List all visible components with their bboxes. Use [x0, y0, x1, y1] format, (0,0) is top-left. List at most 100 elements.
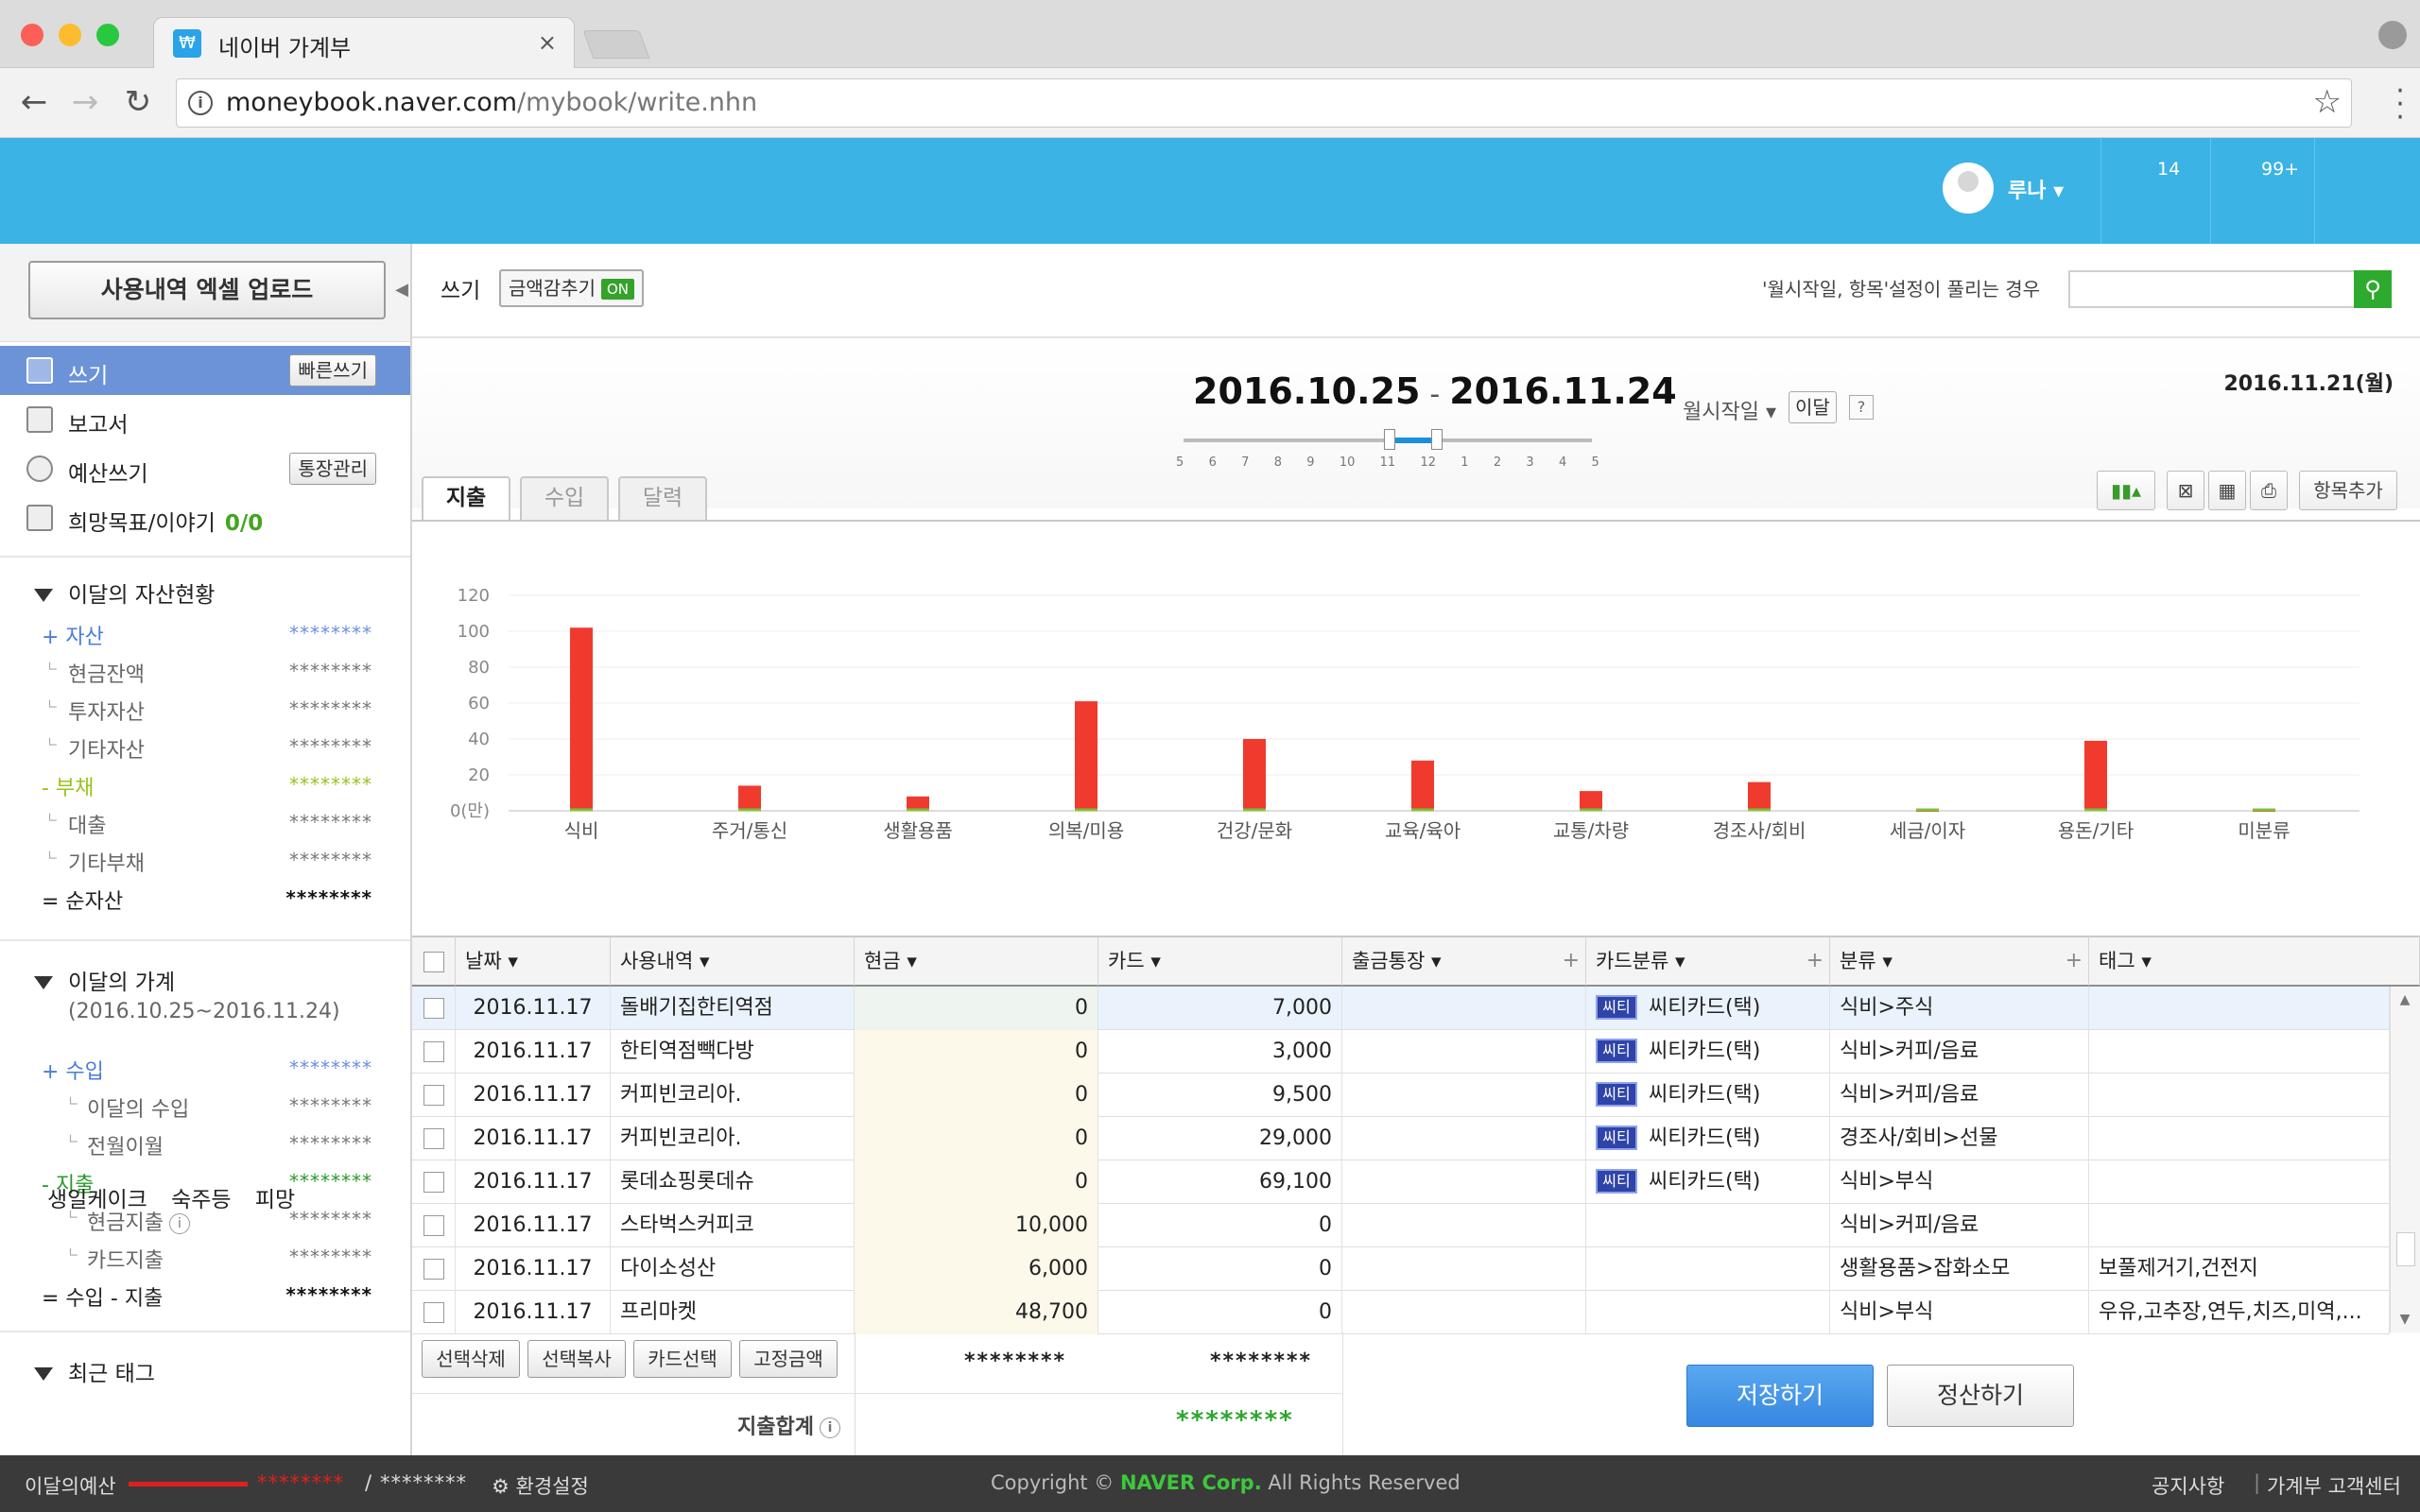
add-item-button[interactable]: 항목추가 [2299, 471, 2397, 510]
scroll-thumb[interactable] [2396, 1232, 2415, 1266]
slider-end-handle[interactable] [1431, 429, 1443, 450]
card-type-cell[interactable] [1586, 1204, 1830, 1247]
row-checkbox[interactable] [412, 1291, 456, 1334]
bar[interactable] [1748, 782, 1771, 811]
account-cell[interactable] [1342, 1160, 1586, 1204]
back-arrow-icon[interactable]: ← [15, 83, 53, 121]
description-cell[interactable]: 한티역점빽다방 [611, 1030, 855, 1074]
mail-count[interactable]: 99+ [2261, 159, 2299, 180]
description-cell[interactable]: 다이소성산 [611, 1247, 855, 1291]
category-cell[interactable]: 식비>부식 [1830, 1291, 2089, 1334]
table-row[interactable]: 2016.11.17 커피빈코리아. 0 9,500 씨티 씨티카드(택) 식비>커피/음료 [412, 1074, 2390, 1117]
row-checkbox[interactable] [412, 1204, 456, 1247]
account-manage-button[interactable]: 통장관리 [289, 453, 376, 485]
date-cell[interactable]: 2016.11.17 [456, 1160, 611, 1204]
delete-selected-button[interactable]: 선택삭제 [422, 1340, 520, 1378]
date-cell[interactable]: 2016.11.17 [456, 1117, 611, 1160]
sidebar-item-report[interactable]: 보고서 [0, 395, 410, 444]
tag-cell[interactable] [2089, 1160, 2390, 1204]
sidebar-item-goal[interactable]: 희망목표/이야기 0/0 [0, 493, 410, 542]
scroll-up-icon[interactable]: ▲ [2391, 992, 2419, 1007]
col-category[interactable]: 분류 ▾ + [1830, 936, 2089, 987]
minimize-window-button[interactable] [59, 24, 81, 46]
notification-count[interactable]: 14 [2157, 159, 2180, 180]
category-cell[interactable]: 식비>커피/음료 [1830, 1204, 2089, 1247]
card-cell[interactable]: 69,100 [1098, 1160, 1342, 1204]
card-type-cell[interactable]: 씨티 씨티카드(택) [1586, 1160, 1830, 1204]
card-type-cell[interactable]: 씨티 씨티카드(택) [1586, 987, 1830, 1030]
account-cell[interactable] [1342, 1030, 1586, 1074]
help-icon[interactable]: ? [1849, 395, 1874, 420]
url-text[interactable]: moneybook.naver.com/mybook/write.nhn [226, 88, 757, 117]
save-button[interactable]: 저장하기 [1686, 1365, 1874, 1427]
card-cell[interactable]: 7,000 [1098, 987, 1342, 1030]
sidebar-item-write[interactable]: 쓰기 빠른쓰기 [0, 346, 410, 395]
cash-cell[interactable]: 0 [855, 1160, 1098, 1204]
col-tag[interactable]: 태그 ▾ [2089, 936, 2420, 987]
settle-button[interactable]: 정산하기 [1887, 1365, 2074, 1427]
cash-cell[interactable]: 0 [855, 987, 1098, 1030]
print-icon[interactable]: ⎙ [2250, 471, 2288, 510]
col-cash[interactable]: 현금 ▾ [855, 936, 1098, 987]
profile-icon[interactable] [2378, 21, 2407, 49]
notice-link[interactable]: 공지사항 [2152, 1471, 2224, 1500]
row-checkbox[interactable] [412, 1074, 456, 1117]
excel-upload-button[interactable]: 사용내역 엑셀 업로드 [28, 261, 386, 319]
table-row[interactable]: 2016.11.17 스타벅스커피코 10,000 0 식비>커피/음료 [412, 1204, 2390, 1247]
date-cell[interactable]: 2016.11.17 [456, 1204, 611, 1247]
tag-cell[interactable] [2089, 1030, 2390, 1074]
select-card-button[interactable]: 카드선택 [633, 1340, 732, 1378]
account-cell[interactable] [1342, 1247, 1586, 1291]
address-bar[interactable]: i moneybook.naver.com/mybook/write.nhn ☆ [176, 78, 2352, 128]
category-cell[interactable]: 식비>커피/음료 [1830, 1030, 2089, 1074]
category-cell[interactable]: 식비>주식 [1830, 987, 2089, 1030]
card-type-cell[interactable]: 씨티 씨티카드(택) [1586, 1030, 1830, 1074]
description-cell[interactable]: 커피빈코리아. [611, 1074, 855, 1117]
select-all-checkbox[interactable] [412, 936, 456, 987]
card-cell[interactable]: 0 [1098, 1204, 1342, 1247]
settings-link[interactable]: ⚙ 환경설정 [492, 1471, 589, 1500]
calculator-icon[interactable]: ▦ [2208, 471, 2246, 510]
username[interactable]: 루나 ▾ [2008, 174, 2064, 204]
browser-menu-icon[interactable]: · · · [2395, 77, 2405, 132]
new-tab-button[interactable] [582, 30, 650, 59]
chart-toggle-icon[interactable]: ▮▮▴ [2097, 471, 2155, 510]
description-cell[interactable]: 프리마켓 [611, 1291, 855, 1334]
bar[interactable] [1075, 701, 1098, 811]
table-row[interactable]: 2016.11.17 프리마켓 48,700 0 식비>부식 우유,고추장,연두,치즈,미… [412, 1291, 2390, 1334]
card-cell[interactable]: 9,500 [1098, 1074, 1342, 1117]
month-start-dropdown[interactable]: 월시작일 ▾ [1683, 395, 1776, 425]
cash-cell[interactable]: 0 [855, 1117, 1098, 1160]
collapse-sidebar-icon[interactable]: ◀ [389, 261, 414, 319]
bar[interactable] [1580, 791, 1602, 811]
forward-arrow-icon[interactable]: → [66, 83, 104, 121]
info-icon[interactable]: i [819, 1418, 840, 1438]
category-cell[interactable]: 경조사/회비>선물 [1830, 1117, 2089, 1160]
bar[interactable] [2084, 740, 2107, 811]
bookmark-star-icon[interactable]: ☆ [2313, 83, 2342, 121]
card-type-cell[interactable]: 씨티 씨티카드(택) [1586, 1117, 1830, 1160]
ledger-section-title[interactable]: 이달의 가계 [34, 964, 175, 996]
cash-cell[interactable]: 10,000 [855, 1204, 1098, 1247]
row-checkbox[interactable] [412, 1117, 456, 1160]
table-scrollbar[interactable]: ▲ ▼ [2390, 987, 2420, 1332]
bar[interactable] [570, 627, 593, 811]
info-icon[interactable]: i [168, 1213, 190, 1234]
table-row[interactable]: 2016.11.17 다이소성산 6,000 0 생활용품>잡화소모 보풀제거기,건전지 [412, 1247, 2390, 1291]
row-checkbox[interactable] [412, 987, 456, 1030]
col-card-type[interactable]: 카드분류 ▾ + [1586, 936, 1830, 987]
search-input[interactable] [2068, 270, 2363, 308]
scroll-down-icon[interactable]: ▼ [2391, 1312, 2419, 1327]
account-cell[interactable] [1342, 987, 1586, 1030]
tag-cell[interactable]: 보풀제거기,건전지 [2089, 1247, 2390, 1291]
fixed-amount-button[interactable]: 고정금액 [739, 1340, 838, 1378]
tag-cell[interactable] [2089, 1074, 2390, 1117]
tag-cell[interactable] [2089, 1204, 2390, 1247]
account-cell[interactable] [1342, 1074, 1586, 1117]
user-avatar[interactable] [1943, 163, 1994, 214]
col-card[interactable]: 카드 ▾ [1098, 936, 1342, 987]
account-cell[interactable] [1342, 1204, 1586, 1247]
table-row[interactable]: 2016.11.17 커피빈코리아. 0 29,000 씨티 씨티카드(택) 경조사/회비>… [412, 1117, 2390, 1160]
table-row[interactable]: 2016.11.17 돌배기집한티역점 0 7,000 씨티 씨티카드(택) 식비>주식 [412, 987, 2390, 1030]
month-slider[interactable]: 5 6 7 8 9 10 11 12 1 2 3 4 5 [1176, 429, 1599, 482]
